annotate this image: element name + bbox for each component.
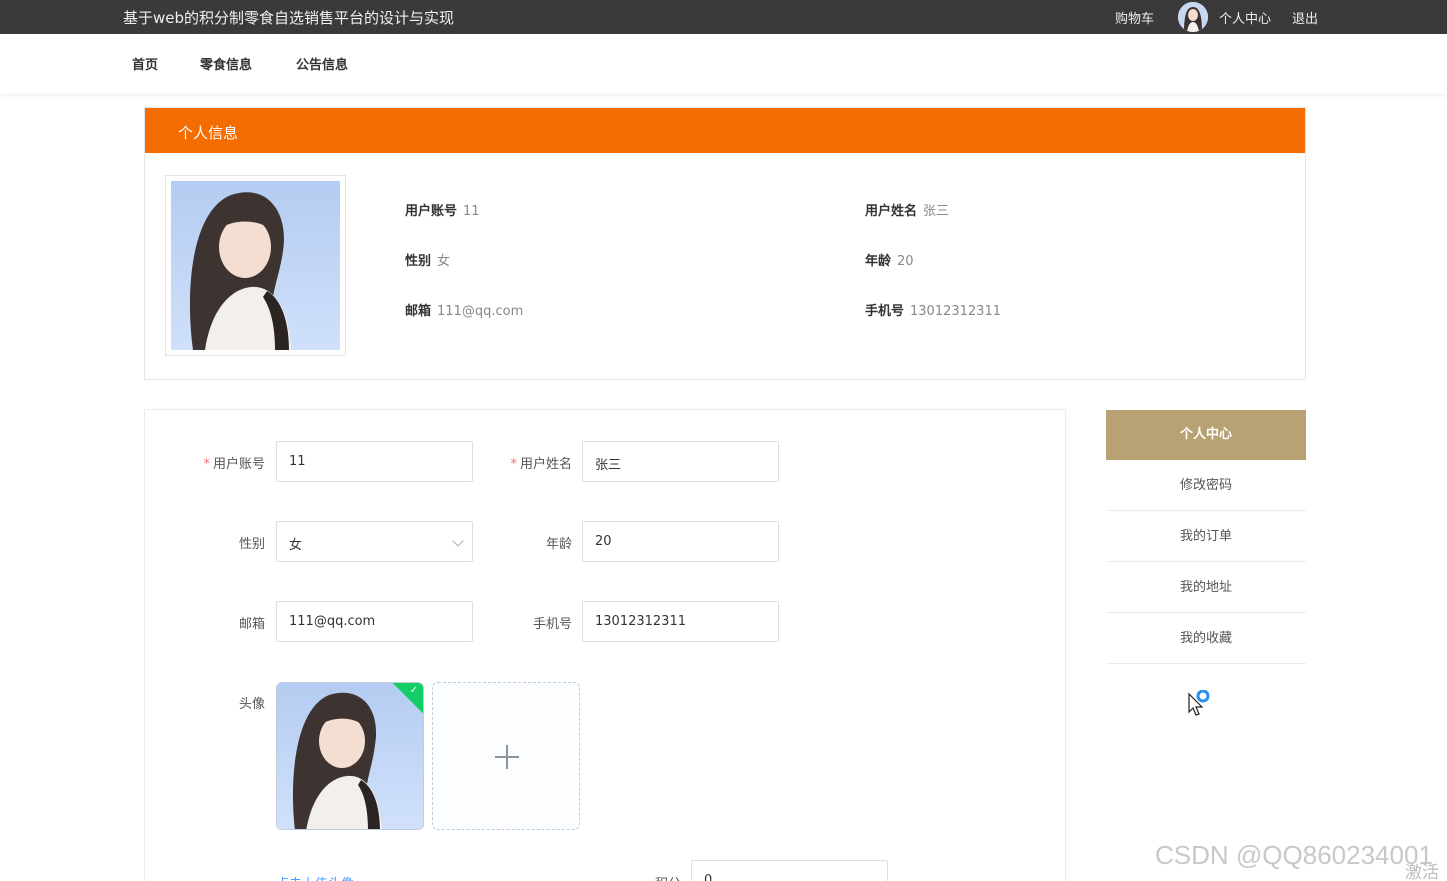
info-email: 邮箱 111@qq.com [405,300,523,319]
info-gender-value: 女 [437,254,451,269]
user-avatar[interactable] [1178,2,1208,32]
nav-item-snacks[interactable]: 零食信息 [200,54,252,73]
points-label: 积分 [581,873,681,881]
profile-photo [171,181,340,350]
info-account-value: 11 [463,204,480,219]
profile-card: 个人信息 用户账号 11 用户姓名 张三 性别女 年龄 20 邮箱 111@qq… [144,107,1306,380]
logout-link[interactable]: 退出 [1292,8,1318,27]
check-icon: ✓ [409,685,418,696]
info-age-value: 20 [897,254,914,269]
gender-select[interactable]: 女 [276,521,473,562]
email-label: 邮箱 [238,617,265,632]
upload-avatar-link[interactable]: 点击上传头像 [276,873,354,881]
points-input[interactable]: 0 [691,860,888,881]
info-email-value: 111@qq.com [437,304,524,319]
info-age: 年龄 20 [865,250,914,269]
menu-item-change-password[interactable]: 修改密码 [1106,460,1306,511]
profile-header: 个人信息 [145,108,1305,153]
info-phone-label: 手机号 [865,304,905,319]
mouse-cursor-icon [1187,689,1215,722]
main-nav: 首页 零食信息 公告信息 [0,34,1447,94]
info-account-label: 用户账号 [405,204,458,219]
info-age-label: 年龄 [865,254,892,269]
info-name-value: 张三 [923,204,950,219]
info-gender: 性别女 [405,250,450,269]
menu-item-my-orders[interactable]: 我的订单 [1106,511,1306,562]
account-input[interactable]: 11 [276,441,473,482]
gender-select-value: 女 [289,538,303,553]
info-email-label: 邮箱 [405,304,432,319]
cart-link[interactable]: 购物车 [1115,8,1154,27]
activate-windows-text: 激活 [1405,863,1439,881]
uploaded-avatar-thumb[interactable]: ✓ [276,682,424,830]
upload-add-button[interactable] [432,682,580,830]
csdn-watermark: CSDN @QQ860234001 [1155,840,1433,870]
menu-item-my-favorites[interactable]: 我的收藏 [1106,613,1306,664]
info-phone: 手机号 13012312311 [865,300,1001,319]
info-gender-label: 性别 [405,254,432,269]
info-phone-value: 13012312311 [910,304,1001,319]
name-input[interactable]: 张三 [582,441,779,482]
site-title: 基于web的积分制零食自选销售平台的设计与实现 [123,9,455,27]
edit-form: * 用户账号 11 * 用户姓名 张三 性别 女 年龄 20 邮箱 111@qq.c… [144,409,1066,881]
user-center-link[interactable]: 个人中心 [1219,8,1271,27]
info-account: 用户账号 11 [405,200,480,219]
email-input[interactable]: 111@qq.com [276,601,473,642]
info-name-label: 用户姓名 [865,204,918,219]
profile-photo-frame [165,175,346,356]
nav-item-notices[interactable]: 公告信息 [296,54,348,73]
name-label: * 用户姓名 [510,457,572,472]
menu-item-my-address[interactable]: 我的地址 [1106,562,1306,613]
age-label: 年龄 [545,537,572,552]
menu-title-user-center[interactable]: 个人中心 [1106,410,1306,460]
info-name: 用户姓名 张三 [865,200,949,219]
account-label: * 用户账号 [203,457,265,472]
avatar-label: 头像 [238,697,265,712]
gender-label: 性别 [238,537,265,552]
user-center-menu: 个人中心 修改密码 我的订单 我的地址 我的收藏 [1106,410,1306,664]
phone-input[interactable]: 13012312311 [582,601,779,642]
age-input[interactable]: 20 [582,521,779,562]
nav-item-home[interactable]: 首页 [132,54,158,73]
chevron-down-icon [452,535,464,547]
phone-label: 手机号 [532,617,572,632]
top-bar: 基于web的积分制零食自选销售平台的设计与实现 购物车 个人中心 退出 [0,0,1447,34]
